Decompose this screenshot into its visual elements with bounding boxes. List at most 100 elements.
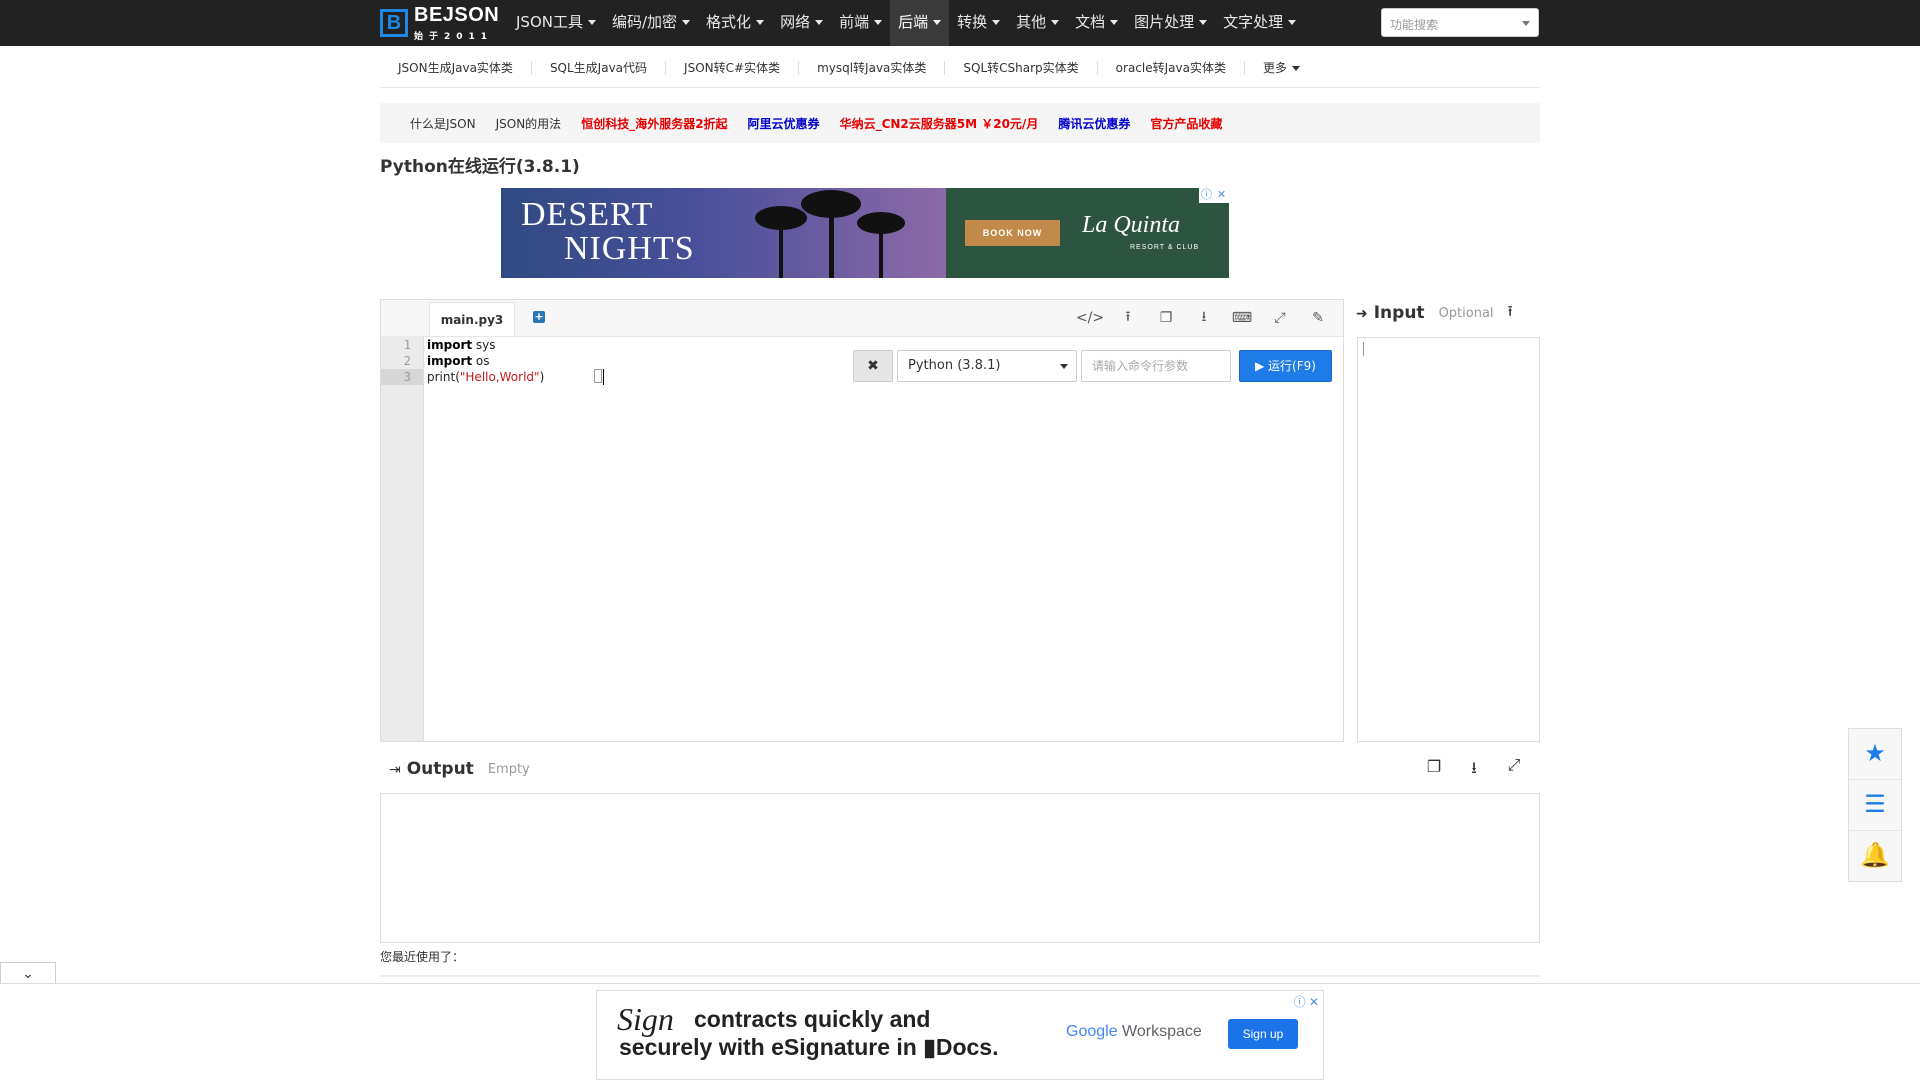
ad-text-line-2: securely with eSignature in ▮Docs.	[619, 1034, 999, 1060]
subnav-sql-to-csharp[interactable]: SQL转CSharp实体类	[945, 61, 1098, 75]
logo-mark: B	[380, 9, 408, 37]
caret-down-icon	[874, 20, 883, 25]
upload-icon[interactable]: ⭱	[1109, 306, 1147, 330]
language-select[interactable]: Python (3.8.1)	[897, 350, 1077, 382]
keyboard-icon[interactable]: ⌨	[1223, 310, 1261, 326]
star-icon[interactable]: ★	[1849, 729, 1901, 780]
site-logo[interactable]: B BEJSON 始于2011	[380, 4, 500, 42]
ad-info-icon[interactable]: ⓘ	[1199, 188, 1214, 203]
code-editor: main.py3 + </> ⭱ ❐ ⭳ ⌨ ⤢ ✎ 1 2 3 import …	[380, 299, 1344, 742]
palm-trees-image	[755, 190, 905, 278]
subnav-json-to-csharp[interactable]: JSON转C#实体类	[666, 61, 800, 75]
link-hengchuang[interactable]: 恒创科技_海外服务器2折起	[581, 115, 727, 132]
line-number: 2	[403, 354, 411, 368]
run-button[interactable]: ▶ 运行(F9)	[1239, 350, 1332, 382]
tab-main-py3[interactable]: main.py3	[429, 302, 515, 336]
caret-down-icon	[756, 20, 765, 25]
subnav-json-to-java[interactable]: JSON生成Java实体类	[380, 61, 532, 75]
line-number: 1	[403, 338, 411, 352]
divider	[0, 983, 1920, 984]
nav-item-frontend[interactable]: 前端	[831, 0, 890, 46]
nav-item-image[interactable]: 图片处理	[1126, 0, 1215, 46]
qq-icon[interactable]: 🔔	[1849, 831, 1901, 881]
promo-link-bar: 什么是JSON JSON的用法 恒创科技_海外服务器2折起 阿里云优惠券 华纳云…	[380, 103, 1540, 143]
ad-book-now-button[interactable]: BOOK NOW	[965, 220, 1060, 246]
input-header: ➜ Input Optional ⭱	[1356, 300, 1513, 326]
input-subtitle: Optional	[1438, 305, 1494, 321]
caret-down-icon	[992, 20, 1001, 25]
bottom-ad-banner[interactable]: Sign contracts quickly and securely with…	[596, 990, 1324, 1080]
subnav-mysql-to-java[interactable]: mysql转Java实体类	[799, 61, 946, 75]
caret-down-icon	[1051, 20, 1060, 25]
link-aliyun-coupon[interactable]: 阿里云优惠券	[748, 115, 820, 132]
ad-close-icon[interactable]: ✕	[1309, 995, 1319, 1009]
download-icon[interactable]: ⭳	[1185, 306, 1223, 330]
link-official-favorites[interactable]: 官方产品收藏	[1150, 115, 1222, 132]
caret-down-icon	[1199, 20, 1208, 25]
menu-icon[interactable]: ☰	[1849, 780, 1901, 831]
nav-item-other[interactable]: 其他	[1008, 0, 1067, 46]
nav-item-encoding[interactable]: 编码/加密	[604, 0, 698, 46]
add-file-icon[interactable]: +	[533, 311, 545, 323]
nav-item-format[interactable]: 格式化	[698, 0, 772, 46]
ad-google-workspace: Google Workspace	[1066, 1023, 1202, 1040]
feature-search-select[interactable]: 功能搜索	[1381, 8, 1539, 37]
nav-item-json-tools[interactable]: JSON工具	[508, 0, 604, 46]
output-area[interactable]	[380, 793, 1540, 943]
link-json-usage[interactable]: JSON的用法	[496, 115, 562, 132]
output-title: Output	[406, 759, 474, 779]
nav-item-network[interactable]: 网络	[772, 0, 831, 46]
fullscreen-icon[interactable]: ⤢	[1261, 310, 1299, 326]
main-menu: JSON工具 编码/加密 格式化 网络 前端 后端 转换 其他 文档 图片处理 …	[508, 0, 1304, 46]
nav-item-backend[interactable]: 后端	[890, 0, 950, 46]
fullscreen-icon[interactable]: ⤢	[1494, 757, 1534, 784]
copy-icon[interactable]: ❐	[1147, 310, 1185, 326]
logo-name: BEJSON	[414, 4, 500, 26]
copy-icon[interactable]: ❐	[1414, 757, 1454, 784]
recent-usage-label: 您最近使用了：	[380, 950, 465, 964]
ad-info-icon[interactable]: ⓘ	[1294, 995, 1306, 1009]
page-title: Python在线运行(3.8.1)	[380, 157, 580, 177]
code-line: import os	[427, 354, 490, 368]
sign-in-icon: ➜	[1356, 304, 1368, 321]
code-icon[interactable]: </>	[1071, 310, 1109, 326]
command-args-input[interactable]: 请输入命令行参数	[1081, 350, 1231, 382]
ad-close-icon[interactable]: ✕	[1214, 188, 1229, 203]
caret-down-icon	[815, 20, 824, 25]
caret-down-icon	[1060, 364, 1068, 369]
ad-headline-1: DESERT	[521, 196, 654, 233]
divider	[380, 975, 1540, 977]
caret-down-icon	[1291, 66, 1300, 71]
caret-down-icon	[1288, 20, 1297, 25]
download-icon[interactable]: ⭳	[1454, 757, 1494, 784]
subnav-sql-to-java[interactable]: SQL生成Java代码	[532, 61, 667, 75]
caret-down-icon	[1522, 21, 1530, 26]
ad-text-line-1: contracts quickly and	[694, 1006, 931, 1032]
top-navbar: B BEJSON 始于2011 JSON工具 编码/加密 格式化 网络 前端 后…	[0, 0, 1920, 46]
ad-sign-up-button[interactable]: Sign up	[1228, 1019, 1298, 1049]
output-subtitle: Empty	[487, 761, 530, 777]
ad-headline-2: NIGHTS	[564, 230, 695, 267]
chevron-down-icon[interactable]: ⌄	[0, 962, 56, 984]
editor-tab-bar: main.py3 + </> ⭱ ❐ ⭳ ⌨ ⤢ ✎	[381, 300, 1343, 337]
line-number: 3	[381, 369, 423, 385]
stdin-input-area[interactable]	[1357, 337, 1540, 742]
link-huanayun[interactable]: 华纳云_CN2云服务器5M ￥20元/月	[840, 115, 1039, 132]
caret-down-icon	[933, 20, 942, 25]
clear-button[interactable]: ✖	[853, 350, 893, 382]
edit-icon[interactable]: ✎	[1299, 310, 1337, 326]
caret-down-icon	[682, 20, 691, 25]
top-ad-banner[interactable]: DESERT NIGHTS BOOK NOW La Quinta RESORT …	[501, 188, 1229, 278]
sub-navigation: JSON生成Java实体类 SQL生成Java代码 JSON转C#实体类 mys…	[380, 49, 1540, 88]
nav-item-convert[interactable]: 转换	[949, 0, 1008, 46]
nav-item-docs[interactable]: 文档	[1067, 0, 1126, 46]
subnav-oracle-to-java[interactable]: oracle转Java实体类	[1098, 61, 1245, 75]
logo-tagline: 始于2011	[414, 32, 494, 42]
link-tencent-coupon[interactable]: 腾讯云优惠券	[1058, 115, 1130, 132]
link-what-is-json[interactable]: 什么是JSON	[410, 115, 476, 132]
sign-out-icon: ⇥	[389, 760, 401, 777]
code-text-area[interactable]: import sys import os print("Hello,World"…	[427, 337, 544, 385]
upload-icon[interactable]: ⭱	[1508, 301, 1513, 326]
nav-item-text[interactable]: 文字处理	[1215, 0, 1304, 46]
subnav-more[interactable]: 更多	[1245, 61, 1318, 75]
